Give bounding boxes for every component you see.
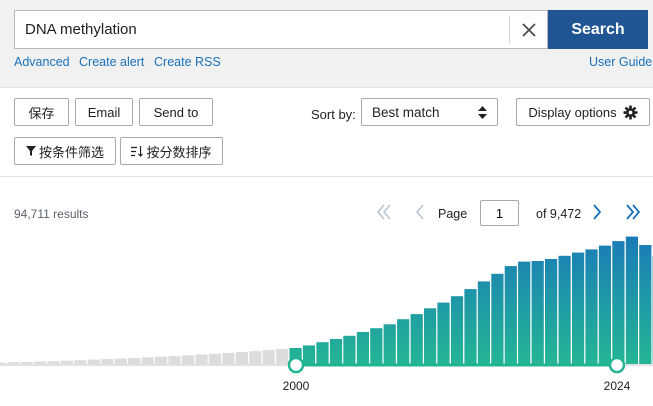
chart-bar-selected[interactable] <box>572 252 585 364</box>
advanced-search-link[interactable]: Advanced <box>14 55 70 69</box>
chart-bars <box>0 236 653 365</box>
search-box <box>14 10 548 49</box>
chart-bar-unselected[interactable] <box>276 348 289 364</box>
filter-icon <box>25 146 36 156</box>
chart-bar-unselected[interactable] <box>87 359 100 364</box>
last-page-button[interactable] <box>622 200 644 224</box>
chart-bar-selected[interactable] <box>531 261 544 364</box>
gear-icon <box>623 104 638 120</box>
chart-bar-selected[interactable] <box>612 241 625 364</box>
chart-bar-unselected[interactable] <box>60 360 74 364</box>
chevron-right-icon <box>593 204 602 220</box>
user-guide-link[interactable]: User Guide <box>589 55 652 69</box>
chart-bar-selected[interactable] <box>383 324 396 364</box>
chart-bar-selected[interactable] <box>410 314 423 364</box>
chart-bar-selected[interactable] <box>598 245 611 364</box>
search-header: Search Advanced Create alert Create RSS … <box>0 0 653 88</box>
range-start-label: 2000 <box>283 379 310 393</box>
chart-bar-selected[interactable] <box>370 328 383 364</box>
chart-bar-selected[interactable] <box>316 342 329 364</box>
sort-fields-label: 按分数排序 <box>146 144 212 160</box>
send-to-button[interactable]: Send to <box>139 98 213 126</box>
chart-bar-unselected[interactable] <box>34 361 47 364</box>
chart-bar-unselected[interactable] <box>7 362 20 364</box>
divider <box>0 176 653 177</box>
chart-bar-selected[interactable] <box>464 289 477 364</box>
display-options-button[interactable]: Display options <box>516 98 650 126</box>
double-chevron-left-icon <box>376 204 391 220</box>
chart-bar-unselected[interactable] <box>249 351 262 364</box>
create-rss-link[interactable]: Create RSS <box>154 55 221 69</box>
first-page-button[interactable] <box>373 200 395 224</box>
sort-fields-button[interactable]: 按分数排序 <box>120 137 223 165</box>
chart-bar-selected[interactable] <box>477 281 490 364</box>
search-input[interactable] <box>15 11 509 48</box>
chart-bar-unselected[interactable] <box>101 359 114 364</box>
chart-bar-unselected[interactable] <box>181 355 195 364</box>
chart-bar-unselected[interactable] <box>195 354 208 365</box>
chart-bar-selected[interactable] <box>558 255 571 364</box>
search-button[interactable]: Search <box>548 10 648 49</box>
chart-bar-selected[interactable] <box>424 308 437 364</box>
timeline-chart[interactable]: 2000 2024 <box>0 230 653 406</box>
clear-search-button[interactable] <box>509 16 547 43</box>
chart-bar-selected[interactable] <box>491 273 504 364</box>
close-icon <box>521 22 536 37</box>
results-count: 94,711 results <box>14 207 89 221</box>
chart-bar-unselected[interactable] <box>222 352 235 364</box>
chart-bar-selected[interactable] <box>625 236 638 364</box>
sort-arrows-icon <box>478 106 487 119</box>
chart-bar-unselected[interactable] <box>208 353 221 364</box>
chart-bar-selected[interactable] <box>545 259 558 364</box>
filter-button[interactable]: 按条件筛选 <box>14 137 116 165</box>
chart-bar-selected[interactable] <box>518 261 531 364</box>
save-button[interactable]: 保存 <box>14 98 69 126</box>
chart-bar-selected[interactable] <box>397 319 410 364</box>
sort-by-label: Sort by: <box>311 107 356 122</box>
chart-bar-unselected[interactable] <box>47 361 60 364</box>
chart-bar-selected[interactable] <box>639 245 652 364</box>
chart-bar-selected[interactable] <box>302 345 316 364</box>
chart-bar-unselected[interactable] <box>114 358 127 364</box>
chart-bar-unselected[interactable] <box>141 357 154 364</box>
filter-label: 按条件筛选 <box>38 144 104 160</box>
chart-bar-unselected[interactable] <box>168 356 181 364</box>
sort-lines-icon <box>131 145 144 157</box>
create-alert-link[interactable]: Create alert <box>79 55 144 69</box>
chevron-left-icon <box>415 204 424 220</box>
previous-page-button[interactable] <box>411 200 429 224</box>
page-number-input[interactable] <box>480 200 519 226</box>
chart-bar-unselected[interactable] <box>262 349 275 364</box>
chart-bar-selected[interactable] <box>504 266 517 364</box>
chart-bar-selected[interactable] <box>437 302 450 364</box>
chart-bar-selected[interactable] <box>343 335 356 364</box>
range-end-label: 2024 <box>604 379 631 393</box>
chart-bar-unselected[interactable] <box>155 356 168 364</box>
chart-bar-unselected[interactable] <box>74 360 87 364</box>
chart-bar-unselected[interactable] <box>20 362 33 364</box>
chart-bar-selected[interactable] <box>585 249 598 364</box>
chart-bar-unselected[interactable] <box>235 352 248 364</box>
chart-bar-unselected[interactable] <box>0 362 6 364</box>
next-page-button[interactable] <box>588 200 606 224</box>
page-label: Page <box>438 207 468 221</box>
range-end-handle[interactable] <box>608 356 626 374</box>
chart-bar-selected[interactable] <box>356 332 369 364</box>
sort-select[interactable]: Best match <box>361 98 498 126</box>
sort-value: Best match <box>372 104 440 120</box>
double-chevron-right-icon <box>626 204 641 220</box>
chart-bar-selected[interactable] <box>450 296 464 364</box>
page-total: of 9,472 <box>536 207 582 221</box>
email-button[interactable]: Email <box>75 98 133 126</box>
range-start-handle[interactable] <box>287 356 305 374</box>
display-options-label: Display options <box>528 104 617 120</box>
chart-bar-unselected[interactable] <box>128 358 141 364</box>
chart-bar-selected[interactable] <box>329 339 343 364</box>
